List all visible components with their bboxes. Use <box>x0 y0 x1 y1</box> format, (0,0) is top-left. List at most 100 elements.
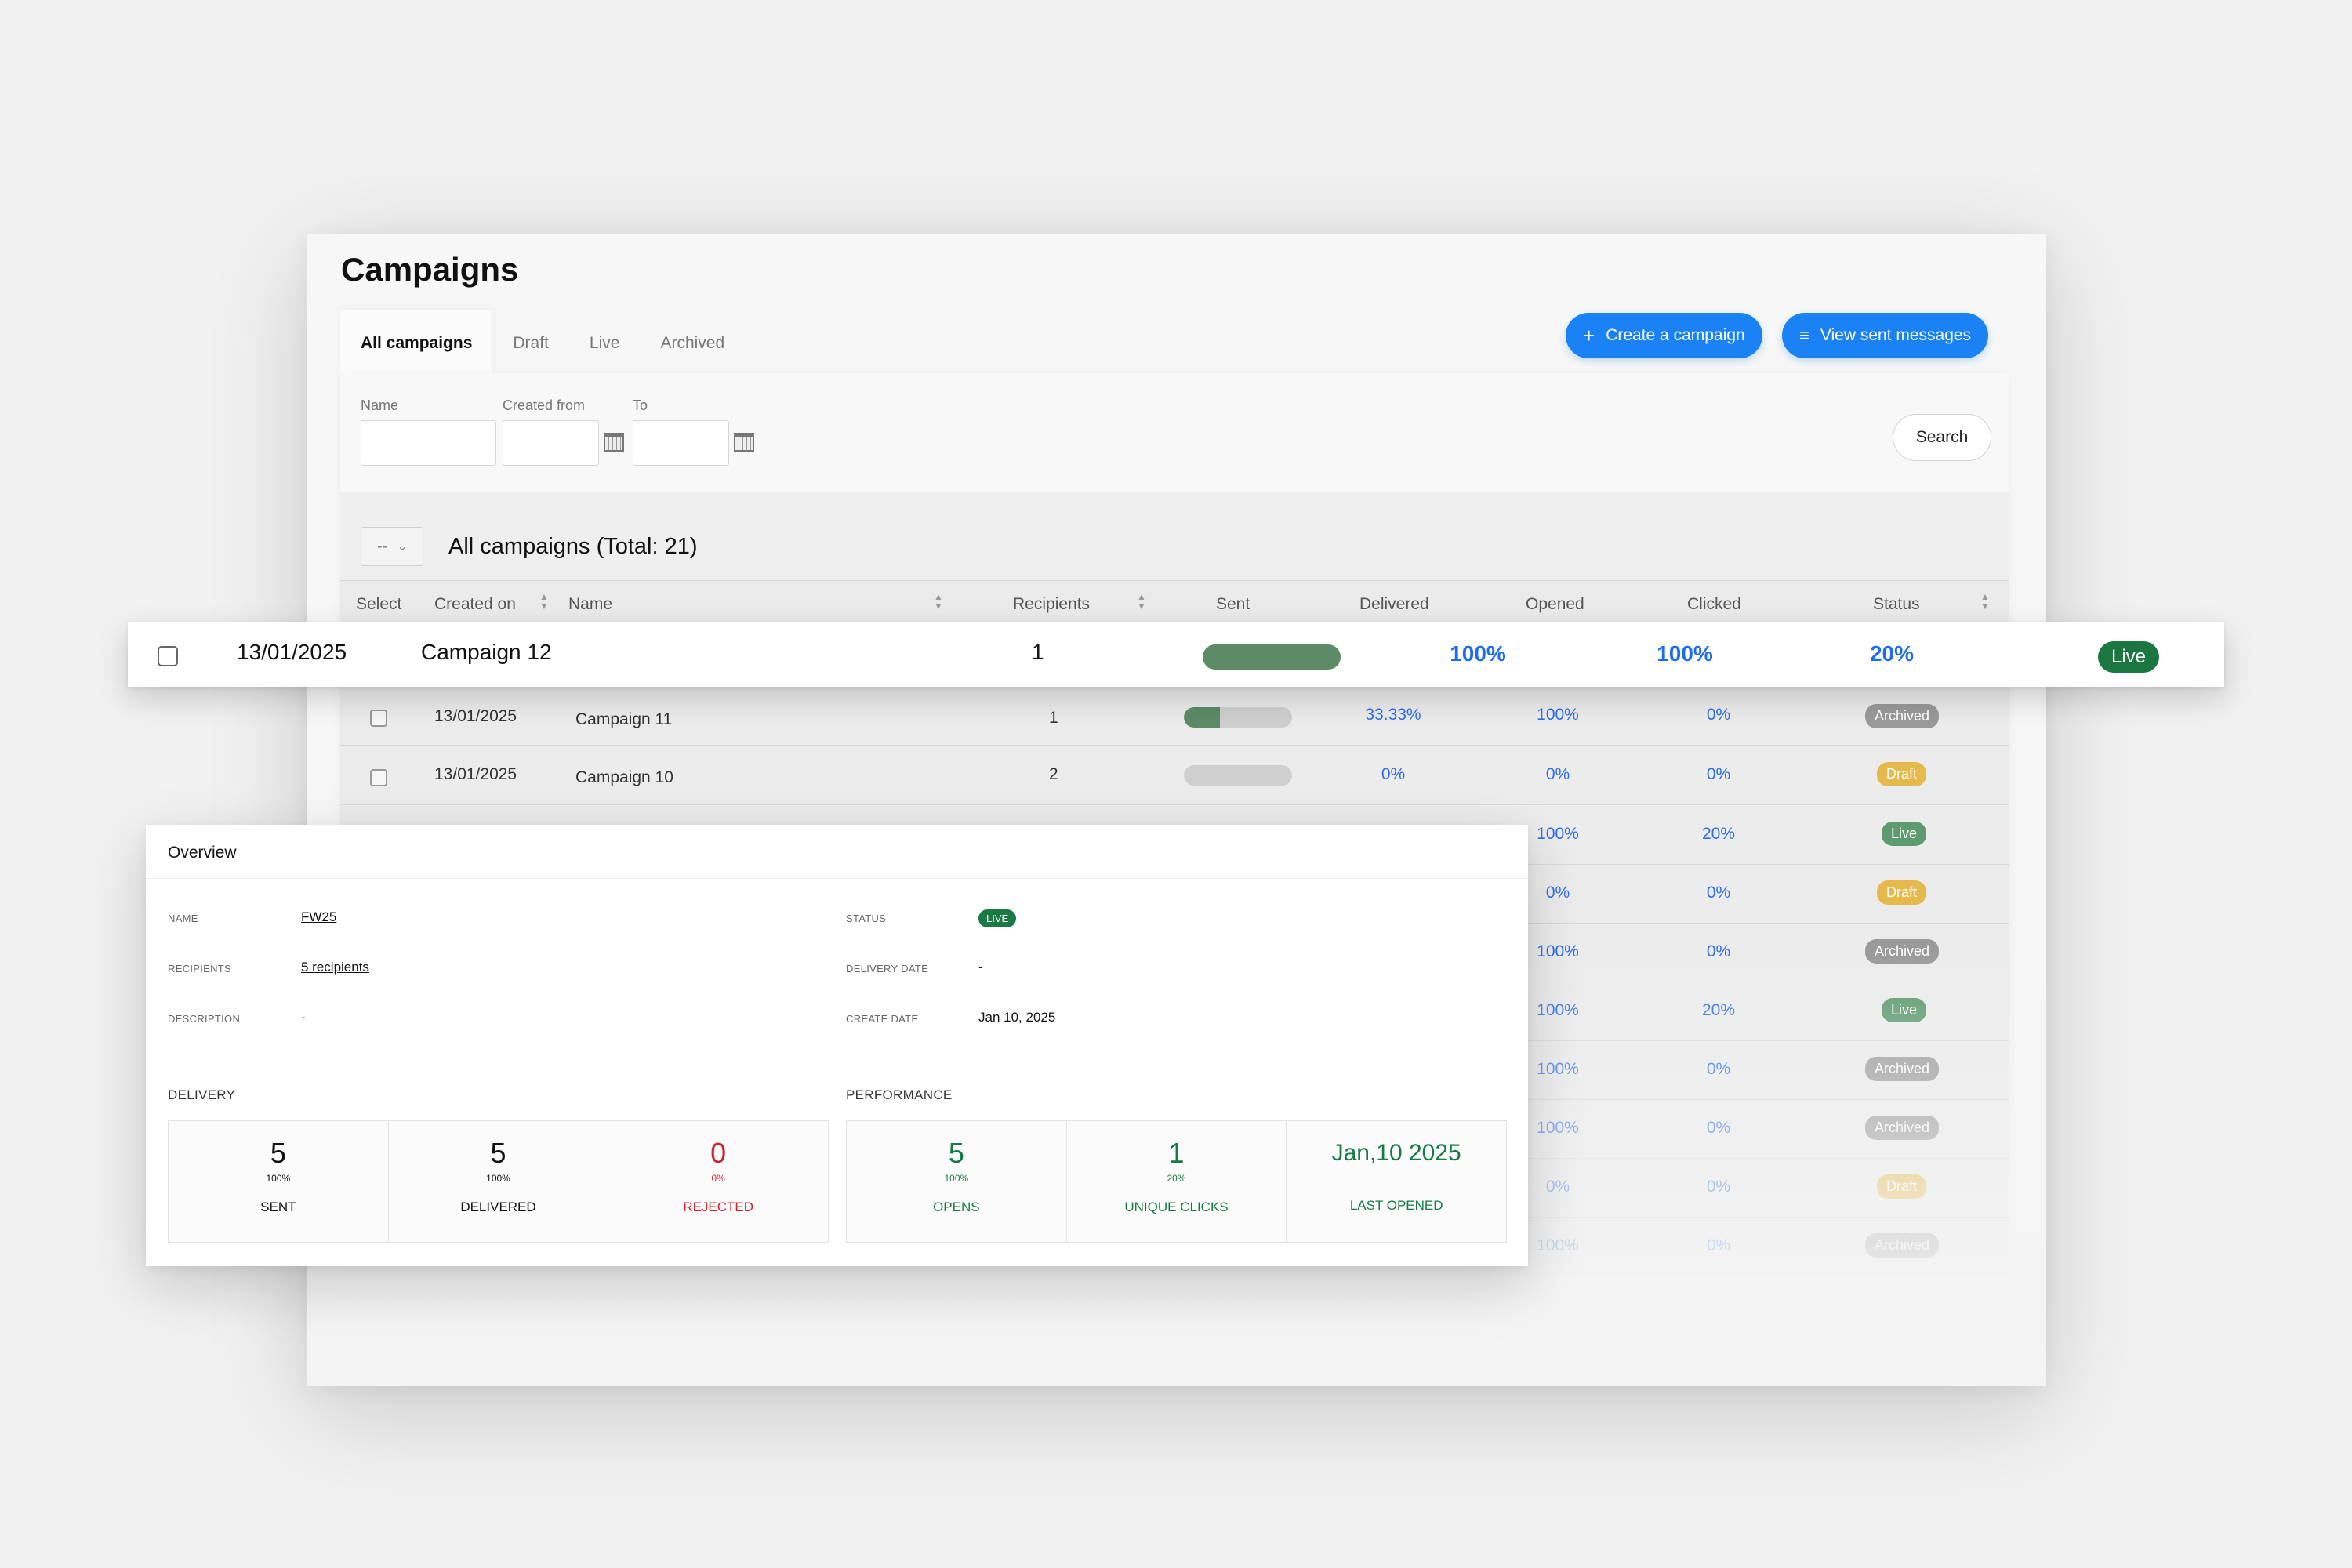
tab-live[interactable]: Live <box>569 310 641 373</box>
name-filter-input[interactable] <box>361 420 496 466</box>
col-name[interactable]: Name <box>568 595 612 614</box>
row-checkbox[interactable] <box>370 769 387 786</box>
status-badge: LIVE <box>978 909 1017 927</box>
stat-value: 5 <box>490 1137 506 1169</box>
status-badge: Draft <box>1877 1174 1927 1199</box>
stat-percent: 100% <box>944 1173 969 1184</box>
delivery-section-title: DELIVERY <box>168 1087 236 1102</box>
description-label: DESCRIPTION <box>168 1013 241 1025</box>
row-clicked: 0% <box>1706 1119 1731 1137</box>
row-opened: 100% <box>1537 706 1579 724</box>
sort-icon[interactable]: ▲ ▼ <box>934 592 943 611</box>
status-badge: Live <box>2098 641 2159 673</box>
to-label: To <box>633 397 648 413</box>
delivery-date-label: DELIVERY DATE <box>846 963 929 975</box>
stat-label: REJECTED <box>683 1200 754 1214</box>
status-badge: Archived <box>1865 939 1940 964</box>
create-campaign-button[interactable]: + Create a campaign <box>1566 313 1762 358</box>
col-sent: Sent <box>1216 595 1250 613</box>
page-title: Campaigns <box>341 251 519 288</box>
sort-icon[interactable]: ▲ ▼ <box>1137 592 1146 611</box>
sent-progress-bar <box>1184 765 1292 786</box>
row-name[interactable]: Campaign 11 <box>575 710 672 729</box>
campaign-tabs: All campaigns Draft Live Archived <box>340 310 745 373</box>
col-delivered: Delivered <box>1359 595 1429 613</box>
create-date-value: Jan 10, 2025 <box>978 1010 1056 1025</box>
recipients-link[interactable]: 5 recipients <box>301 960 369 975</box>
created-from-input[interactable] <box>503 420 599 466</box>
row-clicked: 20% <box>1701 1001 1736 1019</box>
filter-bar: Name Created from To Search <box>340 373 2009 492</box>
divider <box>146 878 1528 879</box>
sort-icon[interactable]: ▲ ▼ <box>539 592 549 611</box>
stat-percent: 100% <box>486 1173 510 1184</box>
stat-label: LAST OPENED <box>1349 1198 1443 1213</box>
row-checkbox[interactable] <box>370 710 387 727</box>
col-recipients[interactable]: Recipients <box>1013 595 1090 614</box>
search-button[interactable]: Search <box>1893 414 1991 461</box>
stat-percent: 0% <box>711 1173 725 1184</box>
overview-title: Overview <box>168 844 237 862</box>
row-clicked: 20% <box>1701 825 1736 843</box>
col-clicked: Clicked <box>1687 595 1741 613</box>
row-name[interactable]: Campaign 10 <box>575 768 673 787</box>
row-delivered: 33.33% <box>1365 706 1421 724</box>
stat-sent: 5 100% SENT <box>169 1121 389 1242</box>
campaign-name-link[interactable]: FW25 <box>301 909 336 925</box>
status-label: STATUS <box>846 913 887 924</box>
stat-opens: 5 100% OPENS <box>847 1121 1067 1242</box>
stat-percent: 100% <box>266 1173 291 1184</box>
tab-archived[interactable]: Archived <box>640 310 745 373</box>
stat-value: 5 <box>948 1137 964 1169</box>
row-delivered: 100% <box>1450 641 1506 666</box>
sort-icon[interactable]: ▲ ▼ <box>1980 592 1990 611</box>
row-clicked: 0% <box>1706 884 1731 902</box>
bulk-action-select[interactable]: -- ⌄ <box>361 527 423 566</box>
name-filter-label: Name <box>361 397 399 413</box>
calendar-icon[interactable] <box>734 433 754 452</box>
tab-draft[interactable]: Draft <box>492 310 569 373</box>
row-clicked: 0% <box>1706 765 1731 783</box>
delivery-stats: 5 100% SENT 5 100% DELIVERED 0 0% REJECT… <box>168 1120 829 1243</box>
status-badge: Archived <box>1865 1116 1940 1140</box>
status-badge: Live <box>1882 998 1927 1022</box>
stat-unique-clicks: 1 20% UNIQUE CLICKS <box>1066 1121 1287 1242</box>
row-name[interactable]: Campaign 12 <box>421 640 552 665</box>
create-campaign-label: Create a campaign <box>1606 326 1745 344</box>
row-created-on: 13/01/2025 <box>434 707 517 725</box>
created-from-label: Created from <box>503 397 586 413</box>
table-row[interactable]: 13/01/2025 Campaign 10 2 0% 0% 0% Draft <box>340 746 2009 805</box>
row-recipients: 1 <box>1049 709 1058 727</box>
view-sent-messages-button[interactable]: ≡ View sent messages <box>1782 313 1989 358</box>
recipients-label: RECIPIENTS <box>168 963 232 975</box>
highlighted-campaign-row[interactable]: 13/01/2025 Campaign 12 1 100% 100% 20% L… <box>128 622 2224 687</box>
status-badge: Live <box>1882 822 1927 846</box>
sent-progress-fill <box>1184 707 1220 728</box>
row-delivered: 0% <box>1381 765 1406 783</box>
calendar-icon[interactable] <box>604 433 624 452</box>
table-row[interactable]: 13/01/2025 Campaign 11 1 33.33% 100% 0% … <box>340 687 2009 746</box>
row-opened: 100% <box>1657 641 1713 666</box>
row-clicked: 20% <box>1869 641 1915 666</box>
to-date-input[interactable] <box>633 420 729 466</box>
stat-last-opened: Jan,10 2025 LAST OPENED <box>1287 1121 1507 1242</box>
overview-card: Overview NAME FW25 RECIPIENTS 5 recipien… <box>146 825 1528 1266</box>
description-value: - <box>301 1010 306 1025</box>
row-clicked: 0% <box>1706 1236 1731 1254</box>
col-opened: Opened <box>1526 595 1584 613</box>
col-created-on[interactable]: Created on <box>434 595 516 614</box>
row-clicked: 0% <box>1706 1178 1731 1196</box>
status-badge: Archived <box>1865 704 1940 728</box>
performance-section-title: PERFORMANCE <box>846 1087 953 1102</box>
performance-stats: 5 100% OPENS 1 20% UNIQUE CLICKS Jan,10 … <box>846 1120 1507 1243</box>
row-checkbox[interactable] <box>158 646 178 666</box>
list-icon: ≡ <box>1799 325 1809 345</box>
sent-progress-bar <box>1184 707 1292 728</box>
stat-delivered: 5 100% DELIVERED <box>388 1121 609 1242</box>
tab-all-campaigns[interactable]: All campaigns <box>340 310 493 373</box>
row-recipients: 1 <box>1032 640 1044 664</box>
row-clicked: 0% <box>1706 1060 1731 1078</box>
row-created-on: 13/01/2025 <box>237 640 347 664</box>
name-label: NAME <box>168 913 198 924</box>
table-header: Select Created on ▲ ▼ Name ▲ ▼ Recipients … <box>340 580 2009 624</box>
